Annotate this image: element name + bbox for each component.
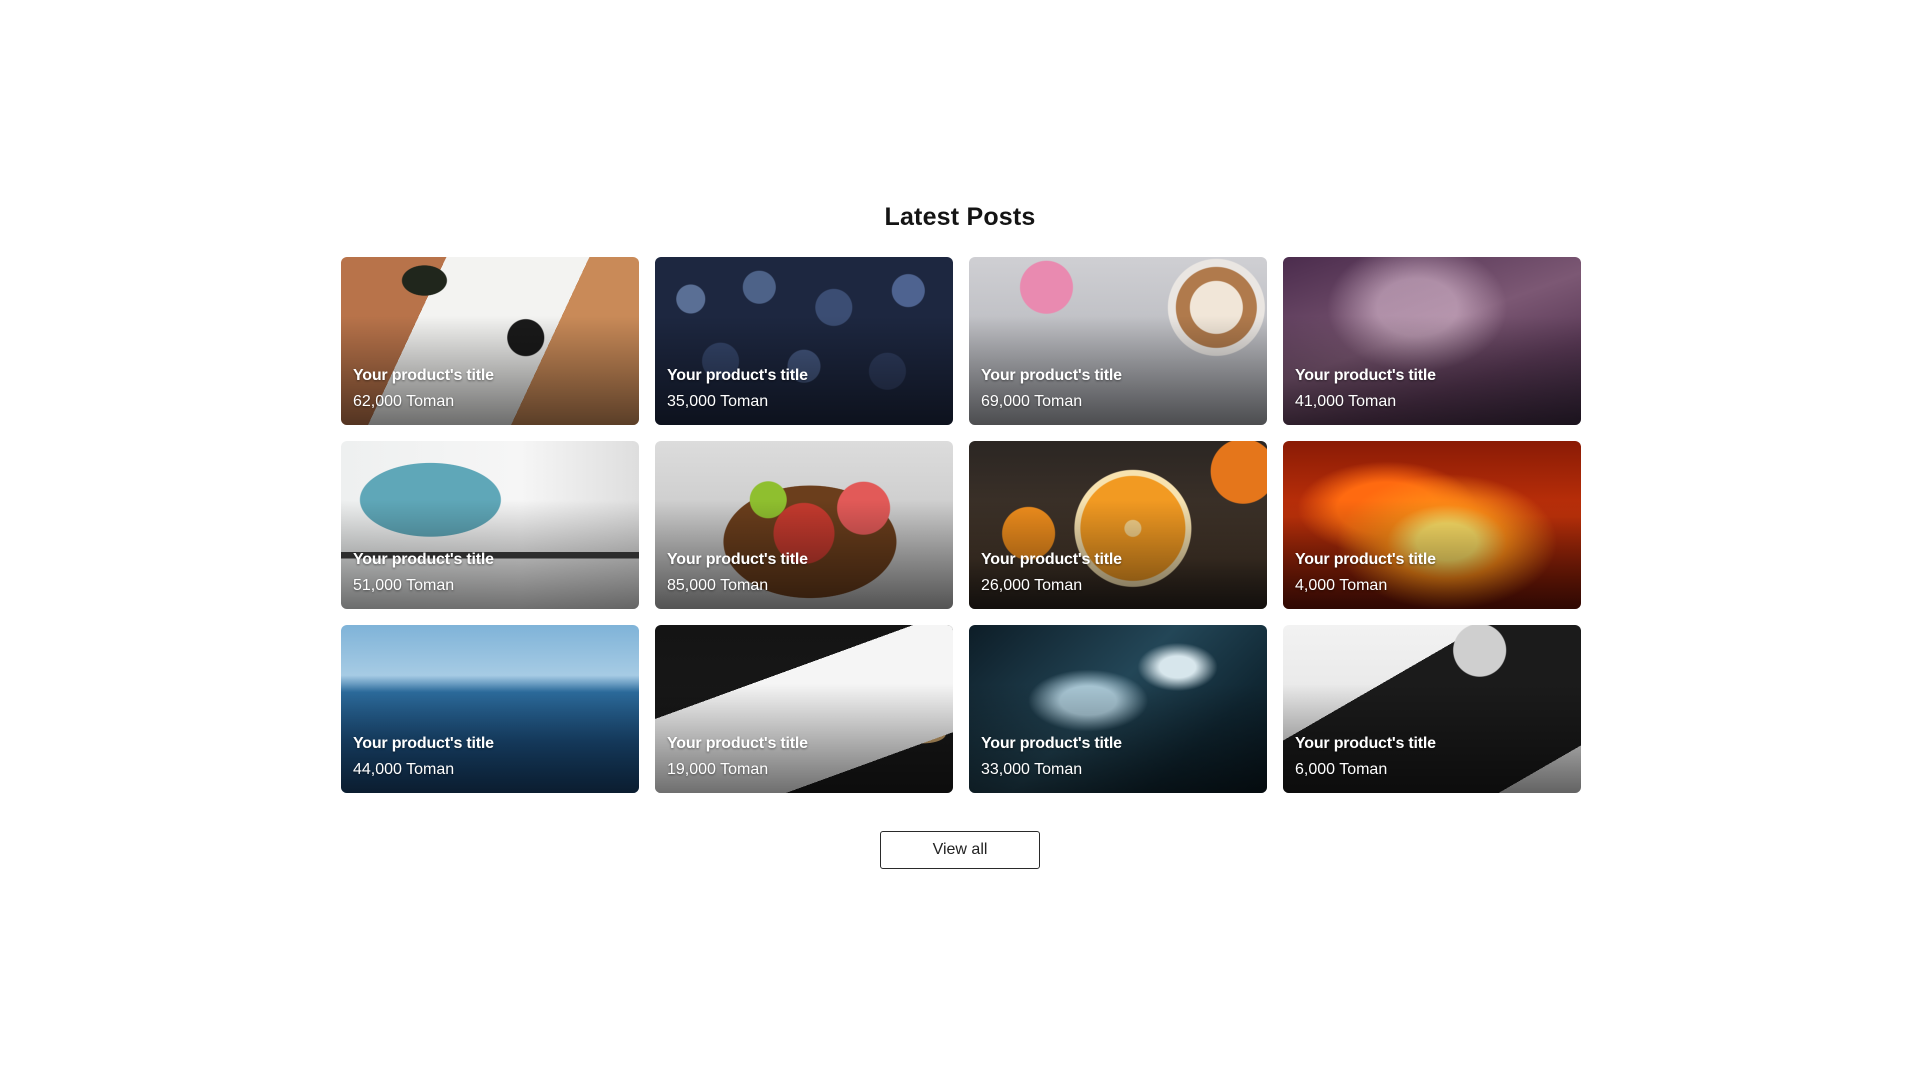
product-price: 51,000 Toman <box>353 577 455 594</box>
product-card[interactable]: Your product's title 62,000 Toman <box>341 257 639 425</box>
product-title[interactable]: Your product's title <box>1295 367 1436 385</box>
product-title[interactable]: Your product's title <box>981 367 1122 385</box>
product-price: 41,000 Toman <box>1295 393 1397 410</box>
product-title[interactable]: Your product's title <box>981 735 1122 753</box>
product-card[interactable]: Your product's title 51,000 Toman <box>341 441 639 609</box>
product-card[interactable]: Your product's title 35,000 Toman <box>655 257 953 425</box>
product-card[interactable]: Your product's title 85,000 Toman <box>655 441 953 609</box>
product-price: 62,000 Toman <box>353 393 455 410</box>
product-title[interactable]: Your product's title <box>667 551 808 569</box>
product-price: 85,000 Toman <box>667 577 769 594</box>
product-title[interactable]: Your product's title <box>667 735 808 753</box>
section-title: Latest Posts <box>884 203 1036 231</box>
product-title[interactable]: Your product's title <box>1295 735 1436 753</box>
product-title[interactable]: Your product's title <box>353 367 494 385</box>
product-price: 6,000 Toman <box>1295 761 1388 778</box>
product-price: 69,000 Toman <box>981 393 1083 410</box>
product-title[interactable]: Your product's title <box>353 735 494 753</box>
product-title[interactable]: Your product's title <box>667 367 808 385</box>
product-price: 4,000 Toman <box>1295 577 1388 594</box>
product-card[interactable]: Your product's title 6,000 Toman <box>1283 625 1581 793</box>
product-title[interactable]: Your product's title <box>1295 551 1436 569</box>
product-card[interactable]: Your product's title 26,000 Toman <box>969 441 1267 609</box>
product-card[interactable]: Your product's title 41,000 Toman <box>1283 257 1581 425</box>
product-price: 26,000 Toman <box>981 577 1083 594</box>
product-price: 19,000 Toman <box>667 761 769 778</box>
product-grid: Your product's title 62,000 Toman Your p… <box>341 257 1583 793</box>
product-title[interactable]: Your product's title <box>981 551 1122 569</box>
product-price: 33,000 Toman <box>981 761 1083 778</box>
product-card[interactable]: Your product's title 33,000 Toman <box>969 625 1267 793</box>
product-card[interactable]: Your product's title 4,000 Toman <box>1283 441 1581 609</box>
product-price: 44,000 Toman <box>353 761 455 778</box>
product-title[interactable]: Your product's title <box>353 551 494 569</box>
view-all-button[interactable]: View all <box>880 831 1040 869</box>
product-card[interactable]: Your product's title 69,000 Toman <box>969 257 1267 425</box>
product-card[interactable]: Your product's title 44,000 Toman <box>341 625 639 793</box>
product-card[interactable]: Your product's title 19,000 Toman <box>655 625 953 793</box>
latest-posts-section: Latest Posts Your product's title 62,000… <box>0 0 1920 1080</box>
product-price: 35,000 Toman <box>667 393 769 410</box>
